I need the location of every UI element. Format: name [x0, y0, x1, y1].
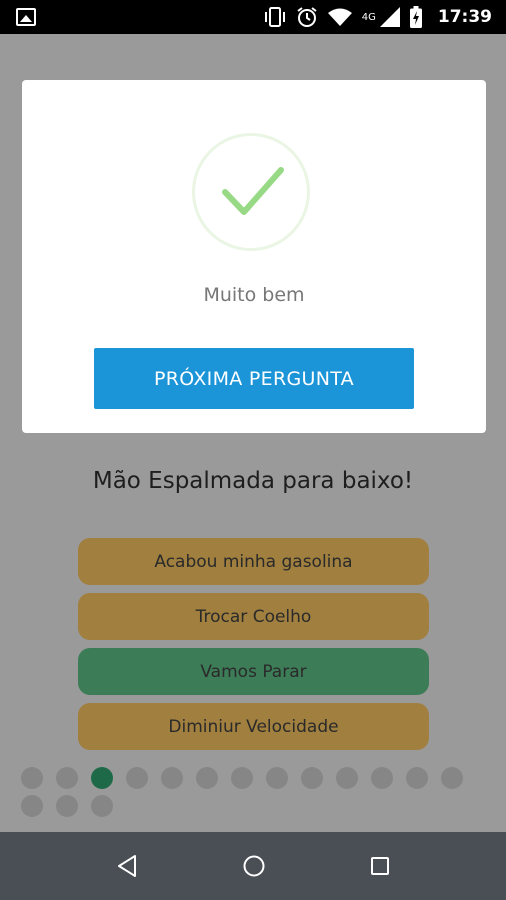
image-icon: [16, 8, 36, 26]
recents-icon[interactable]: [369, 854, 391, 878]
progress-dot: [301, 767, 323, 789]
progress-dot: [21, 767, 43, 789]
wifi-icon: [327, 8, 352, 26]
progress-dot: [126, 767, 148, 789]
back-icon[interactable]: [116, 854, 138, 878]
next-question-button[interactable]: PRÓXIMA PERGUNTA: [94, 348, 414, 409]
progress-dot: [371, 767, 393, 789]
signal-icon: [379, 7, 400, 27]
progress-dot: [441, 767, 463, 789]
progress-dot: [266, 767, 288, 789]
clock: 17:39: [437, 7, 492, 27]
progress-dot: [91, 795, 113, 817]
status-icons: 4G 17:39: [264, 5, 492, 29]
battery-charging-icon: [409, 6, 422, 28]
navigation-bar: [0, 832, 506, 900]
progress-dot: [336, 767, 358, 789]
progress-dot: [56, 767, 78, 789]
check-icon: [222, 167, 284, 215]
answer-option-3-correct[interactable]: Vamos Parar: [78, 648, 429, 695]
answer-option-1[interactable]: Acabou minha gasolina: [78, 538, 429, 585]
progress-dot: [91, 767, 113, 789]
progress-dot: [196, 767, 218, 789]
home-icon[interactable]: [242, 854, 266, 878]
vibrate-icon: [264, 7, 285, 27]
answer-option-2[interactable]: Trocar Coelho: [78, 593, 429, 640]
question-text: Mão Espalmada para baixo!: [92, 468, 414, 494]
status-bar: 4G 17:39: [0, 0, 506, 34]
progress-dot: [406, 767, 428, 789]
progress-dot: [56, 795, 78, 817]
result-dialog: Muito bem PRÓXIMA PERGUNTA: [22, 80, 486, 433]
alarm-icon: [297, 7, 317, 27]
result-message: Muito bem: [203, 284, 305, 306]
network-type: 4G: [361, 11, 376, 23]
answer-list: Acabou minha gasolina Trocar Coelho Vamo…: [78, 538, 429, 758]
answer-option-4[interactable]: Diminiur Velocidade: [78, 703, 429, 750]
success-badge: [192, 133, 310, 251]
progress-dot: [21, 795, 43, 817]
progress-dot: [161, 767, 183, 789]
progress-dot: [231, 767, 253, 789]
